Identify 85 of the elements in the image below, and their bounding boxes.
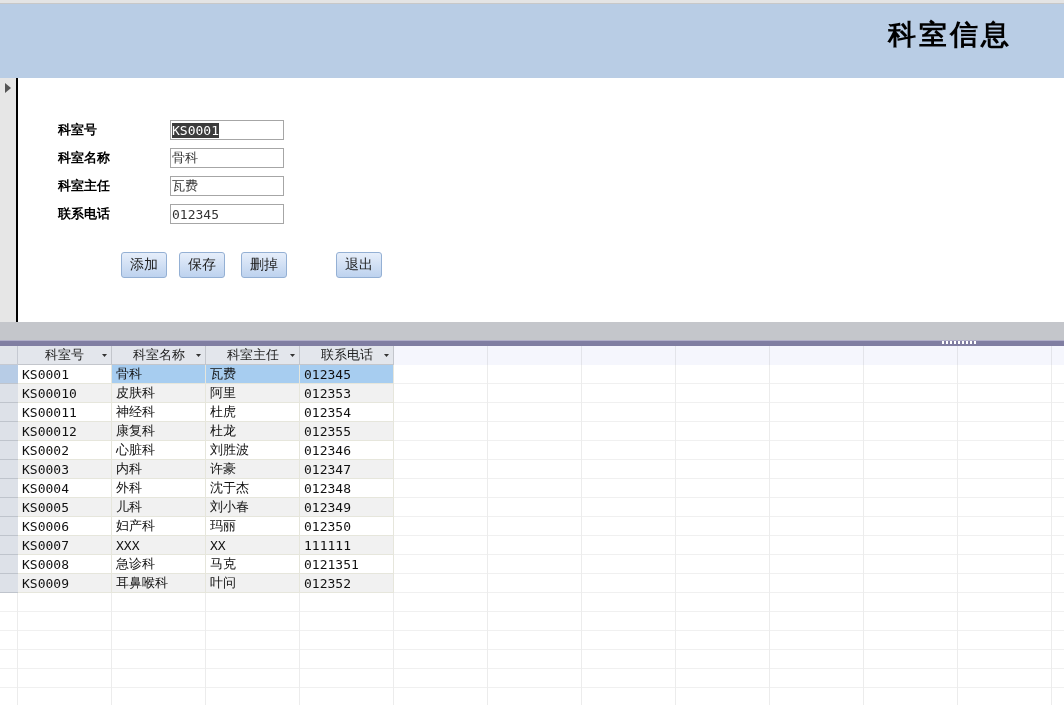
table-cell: KS0001 (18, 365, 112, 384)
table-cell: 刘胜波 (206, 441, 300, 460)
table-cell: 012346 (300, 441, 394, 460)
table-cell: 0121351 (300, 555, 394, 574)
field-label: 科室号 (58, 121, 98, 139)
form-button[interactable]: 添加 (121, 252, 167, 278)
input-field[interactable]: 骨科 (170, 148, 284, 168)
row-selector[interactable] (0, 517, 18, 536)
field-label: 联系电话 (58, 205, 111, 223)
form-title: 科室信息 (888, 17, 1012, 53)
table-cell: 012353 (300, 384, 394, 403)
form-button[interactable]: 删掉 (241, 252, 287, 278)
row-selector[interactable] (0, 536, 18, 555)
table-cell: 心脏科 (112, 441, 206, 460)
table-cell: KS0003 (18, 460, 112, 479)
table-cell: 瓦费 (206, 365, 300, 384)
table-cell: XX (206, 536, 300, 555)
row-selector[interactable] (0, 498, 18, 517)
table-cell: 012355 (300, 422, 394, 441)
table-cell: 许豪 (206, 460, 300, 479)
table-cell: KS0005 (18, 498, 112, 517)
table-cell: KS0004 (18, 479, 112, 498)
table-cell: XXX (112, 536, 206, 555)
table-cell: 杜龙 (206, 422, 300, 441)
table-cell: 耳鼻喉科 (112, 574, 206, 593)
table-cell: 012345 (300, 365, 394, 384)
table-cell: 马克 (206, 555, 300, 574)
dropdown-caret-icon[interactable] (384, 354, 389, 357)
table-cell: 012348 (300, 479, 394, 498)
table-cell: 012354 (300, 403, 394, 422)
splitter-grip-icon[interactable] (942, 341, 978, 344)
input-field[interactable]: 012345 (170, 204, 284, 224)
dropdown-caret-icon[interactable] (290, 354, 295, 357)
table-cell: 012352 (300, 574, 394, 593)
table-cell: 外科 (112, 479, 206, 498)
table-cell: 急诊科 (112, 555, 206, 574)
table-cell: KS0006 (18, 517, 112, 536)
table-cell: 刘小春 (206, 498, 300, 517)
table-cell: 皮肤科 (112, 384, 206, 403)
column-header[interactable]: 科室主任 (206, 346, 300, 365)
field-label: 科室名称 (58, 149, 111, 167)
table-cell: 012350 (300, 517, 394, 536)
table-cell: KS00011 (18, 403, 112, 422)
table-cell: 骨科 (112, 365, 206, 384)
table-cell: 杜虎 (206, 403, 300, 422)
table-cell: 康复科 (112, 422, 206, 441)
table-cell: KS00010 (18, 384, 112, 403)
select-all-corner[interactable] (0, 346, 18, 365)
table-cell: KS0007 (18, 536, 112, 555)
table-cell: KS0002 (18, 441, 112, 460)
table-cell: 内科 (112, 460, 206, 479)
input-field[interactable]: 瓦费 (170, 176, 284, 196)
table-cell: 012349 (300, 498, 394, 517)
form-button[interactable]: 保存 (179, 252, 225, 278)
column-header[interactable]: 科室号 (18, 346, 112, 365)
table-cell: 妇产科 (112, 517, 206, 536)
table-cell: 沈于杰 (206, 479, 300, 498)
current-record-icon (5, 83, 11, 93)
row-selector[interactable] (0, 365, 18, 384)
row-selector[interactable] (0, 422, 18, 441)
table-cell: 阿里 (206, 384, 300, 403)
table-cell: KS00012 (18, 422, 112, 441)
table-cell: 111111 (300, 536, 394, 555)
row-selector[interactable] (0, 574, 18, 593)
row-selector[interactable] (0, 384, 18, 403)
table-cell: 儿科 (112, 498, 206, 517)
input-field[interactable]: KS0001 (170, 120, 284, 140)
row-selector[interactable] (0, 441, 18, 460)
column-header[interactable]: 联系电话 (300, 346, 394, 365)
table-cell: 叶问 (206, 574, 300, 593)
column-header[interactable]: 科室名称 (112, 346, 206, 365)
field-label: 科室主任 (58, 177, 111, 195)
row-selector[interactable] (0, 460, 18, 479)
dropdown-caret-icon[interactable] (102, 354, 107, 357)
table-cell: KS0009 (18, 574, 112, 593)
table-cell: 玛丽 (206, 517, 300, 536)
row-selector[interactable] (0, 479, 18, 498)
row-selector[interactable] (0, 555, 18, 574)
table-cell: 神经科 (112, 403, 206, 422)
row-selector[interactable] (0, 403, 18, 422)
dropdown-caret-icon[interactable] (196, 354, 201, 357)
table-cell: KS0008 (18, 555, 112, 574)
table-cell: 012347 (300, 460, 394, 479)
record-selector[interactable] (0, 78, 18, 322)
form-button[interactable]: 退出 (336, 252, 382, 278)
